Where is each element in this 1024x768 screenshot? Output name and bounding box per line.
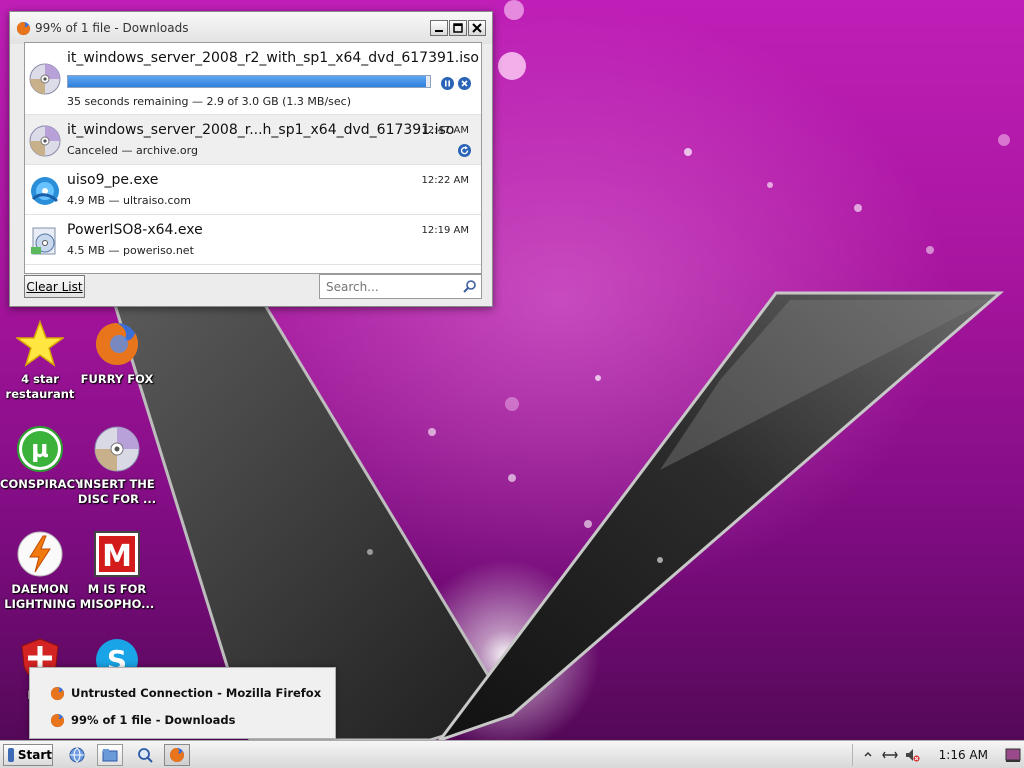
search-icon [463,280,476,293]
clock[interactable]: 1:16 AM [939,748,988,762]
utorrent-icon: µ [16,425,64,473]
close-icon [472,23,482,33]
system-tray: 1:16 AM [848,743,1024,767]
taskbar: Start 1:16 AM [0,740,1024,768]
download-filename: it_windows_server_2008_r...h_sp1_x64_dvd… [67,122,455,138]
firefox-icon [93,320,141,368]
download-progress-bar [67,75,431,88]
quicklaunch-search-button[interactable] [132,744,158,766]
desktop-icon-label: M IS FOR MISOPHO... [79,582,155,611]
download-item[interactable]: it_windows_server_2008_r...h_sp1_x64_dvd… [25,115,481,165]
desktop-icon-malwarebytes[interactable]: M M IS FOR MISOPHO... [77,530,157,612]
download-filename: uiso9_pe.exe [67,172,159,188]
pause-button[interactable] [441,77,454,90]
search-field[interactable] [319,274,482,299]
popup-item-label: Untrusted Connection - Mozilla Firefox [71,686,322,700]
daemon-tools-icon [16,530,64,578]
download-item[interactable]: it_windows_server_2008_r2_with_sp1_x64_d… [25,43,481,115]
download-item[interactable]: uiso9_pe.exe 12:22 AM 4.9 MB — ultraiso.… [25,165,481,215]
window-title: 99% of 1 file - Downloads [35,21,189,35]
download-filename: it_windows_server_2008_r2_with_sp1_x64_d… [67,50,479,66]
maximize-icon [453,23,463,33]
desktop-icon-furry-fox[interactable]: FURRY FOX [77,320,157,387]
downloads-list[interactable]: it_windows_server_2008_r2_with_sp1_x64_d… [24,42,482,274]
download-time: 12:19 AM [421,225,469,236]
desktop-icon-4-star-restaurant[interactable]: 4 star restaurant [0,319,80,402]
download-status: 4.5 MB — poweriso.net [67,244,194,257]
network-tray-button[interactable] [879,744,901,766]
firefox-icon [50,686,65,700]
download-time: 12:47 AM [421,125,469,136]
firefox-icon [170,748,184,762]
tray-separator [851,744,853,766]
desktop-icon-insert-disc[interactable]: INSERT THE DISC FOR ... [77,425,157,507]
disc-icon [29,125,61,157]
desktop-icon-label: CONSPIRACY [0,477,84,491]
start-label: Start [17,748,52,762]
download-item[interactable]: PowerISO8-x64.exe 12:19 AM 4.5 MB — powe… [25,215,481,265]
popup-item-firefox[interactable]: Untrusted Connection - Mozilla Firefox [50,684,321,702]
search-input[interactable] [324,276,464,298]
download-status: 35 seconds remaining — 2.9 of 3.0 GB (1.… [67,95,351,108]
desktop-icon-conspiracy[interactable]: µ CONSPIRACY [0,425,84,492]
desktop-icon-label: DAEMON LIGHTNING [4,582,76,611]
downloads-window[interactable]: 99% of 1 file - Downloads it_windows_ser… [9,11,493,307]
cancel-button[interactable] [458,77,471,90]
network-icon [881,751,898,759]
firefox-icon [50,713,65,727]
download-status: 4.9 MB — ultraiso.com [67,194,191,207]
window-titlebar[interactable]: 99% of 1 file - Downloads [10,12,492,44]
taskbar-window-list-popup[interactable]: Untrusted Connection - Mozilla Firefox 9… [29,667,336,739]
svg-text:M: M [102,539,132,574]
svg-text:µ: µ [31,435,49,463]
minimize-button[interactable] [430,20,448,36]
desktop-icon-daemon-lightning[interactable]: DAEMON LIGHTNING [0,530,80,612]
taskbar-firefox-group-button[interactable] [164,744,190,766]
show-desktop-icon [1005,748,1021,762]
download-filename: PowerISO8-x64.exe [67,222,203,238]
download-status: Canceled — archive.org [67,144,198,157]
folder-icon [102,749,118,762]
quicklaunch-browser-button[interactable] [64,744,90,766]
pause-icon [445,80,450,87]
volume-tray-button[interactable] [901,744,923,766]
desktop-icon-label: FURRY FOX [80,372,154,386]
star-icon [14,319,66,368]
malwarebytes-icon: M [93,530,141,578]
show-hidden-icons-button[interactable] [857,744,879,766]
cancel-icon [461,80,468,87]
minimize-icon [435,30,443,32]
start-icon [8,748,14,762]
close-button[interactable] [468,20,486,36]
popup-item-label: 99% of 1 file - Downloads [71,713,236,727]
volume-muted-icon [905,749,920,762]
clear-list-button[interactable]: Clear List [24,275,85,298]
popup-item-downloads[interactable]: 99% of 1 file - Downloads [50,711,235,729]
start-button[interactable]: Start [3,744,53,766]
desktop-icon-label: INSERT THE DISC FOR ... [77,477,157,506]
disc-icon [29,63,61,95]
retry-button[interactable] [458,144,471,157]
globe-icon [69,747,85,763]
magnifier-icon [138,748,153,763]
retry-icon [460,146,469,155]
firefox-icon [16,21,31,35]
maximize-button[interactable] [449,20,467,36]
progress-fill [68,76,427,87]
disc-icon [93,425,141,473]
quicklaunch-explorer-button[interactable] [97,744,123,766]
poweriso-icon [31,227,56,255]
ultraiso-icon [31,177,59,205]
show-desktop-button[interactable] [1002,744,1024,766]
chevron-up-icon [864,751,872,757]
download-time: 12:22 AM [421,175,469,186]
desktop-icon-label: 4 star restaurant [5,372,75,401]
